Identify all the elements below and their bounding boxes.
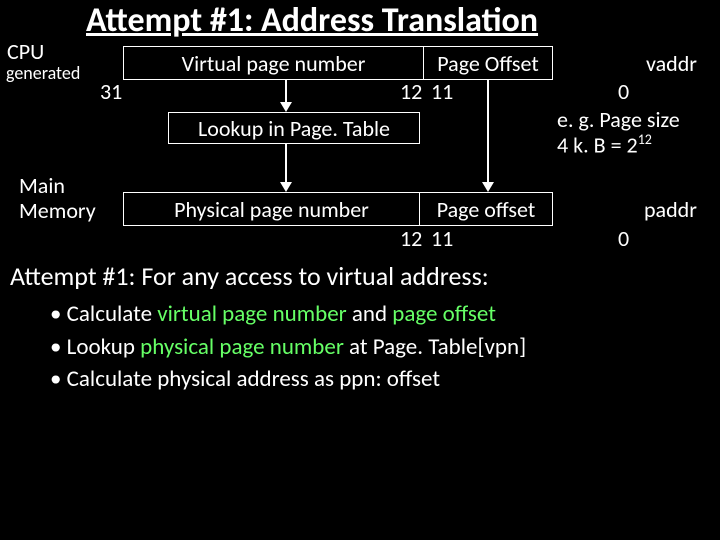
cpu-label: CPU xyxy=(7,38,44,65)
page-offset-cell-v: Page Offset xyxy=(424,47,552,79)
b3: Calculate physical address as ppn: offse… xyxy=(67,365,440,393)
vaddr-bit12: 12 xyxy=(400,78,422,105)
lookup-box: Lookup in Page. Table xyxy=(168,112,420,144)
paddr-bit11: 11 xyxy=(431,225,453,252)
physical-address-row: Physical page number Page offset xyxy=(123,192,553,226)
arrow-vpn-to-lookup xyxy=(276,80,296,112)
page-offset-cell-p: Page offset xyxy=(420,193,552,225)
paddr-bit12: 12 xyxy=(400,225,422,252)
b1a: Calculate xyxy=(67,300,158,328)
vaddr-label: vaddr xyxy=(646,50,697,77)
main-memory-label: Main Memory xyxy=(19,174,96,223)
vaddr-bit11: 11 xyxy=(431,78,453,105)
physical-page-number-cell: Physical page number xyxy=(124,193,420,225)
b2c: at Page. Table[vpn] xyxy=(349,333,526,361)
main-memory-l1: Main xyxy=(19,172,65,199)
vaddr-bit31: 31 xyxy=(100,78,122,105)
arrow-lookup-to-ppn xyxy=(276,144,296,192)
virtual-page-number-cell: Virtual page number xyxy=(124,47,424,79)
note-line2-sup: 12 xyxy=(638,131,652,148)
paddr-bit0: 0 xyxy=(618,225,629,252)
virtual-address-row: Virtual page number Page Offset xyxy=(123,46,553,80)
bullet-3: Calculate physical address as ppn: offse… xyxy=(50,363,526,396)
note-line1: e. g. Page size xyxy=(557,106,680,133)
note-line2a: 4 k. B = 2 xyxy=(557,131,638,158)
b1d: page offset xyxy=(392,300,496,328)
arrow-offset-down xyxy=(478,80,498,192)
page-size-note: e. g. Page size 4 k. B = 212 xyxy=(557,108,680,157)
slide-title: Attempt #1: Address Translation xyxy=(86,0,538,41)
b1c: and xyxy=(352,300,392,328)
b2a: Lookup xyxy=(67,333,140,361)
b1b: virtual page number xyxy=(157,300,352,328)
bullet-2: Lookup physical page number at Page. Tab… xyxy=(50,331,526,364)
bullet-1: Calculate virtual page number and page o… xyxy=(50,298,526,331)
summary-line: Attempt #1: For any access to virtual ad… xyxy=(10,260,489,292)
main-memory-l2: Memory xyxy=(19,197,96,224)
paddr-label: paddr xyxy=(644,196,697,223)
b2b: physical page number xyxy=(140,333,349,361)
bullet-list: Calculate virtual page number and page o… xyxy=(50,298,526,396)
cpu-generated-label: generated xyxy=(6,62,80,84)
vaddr-bit0: 0 xyxy=(618,78,629,105)
